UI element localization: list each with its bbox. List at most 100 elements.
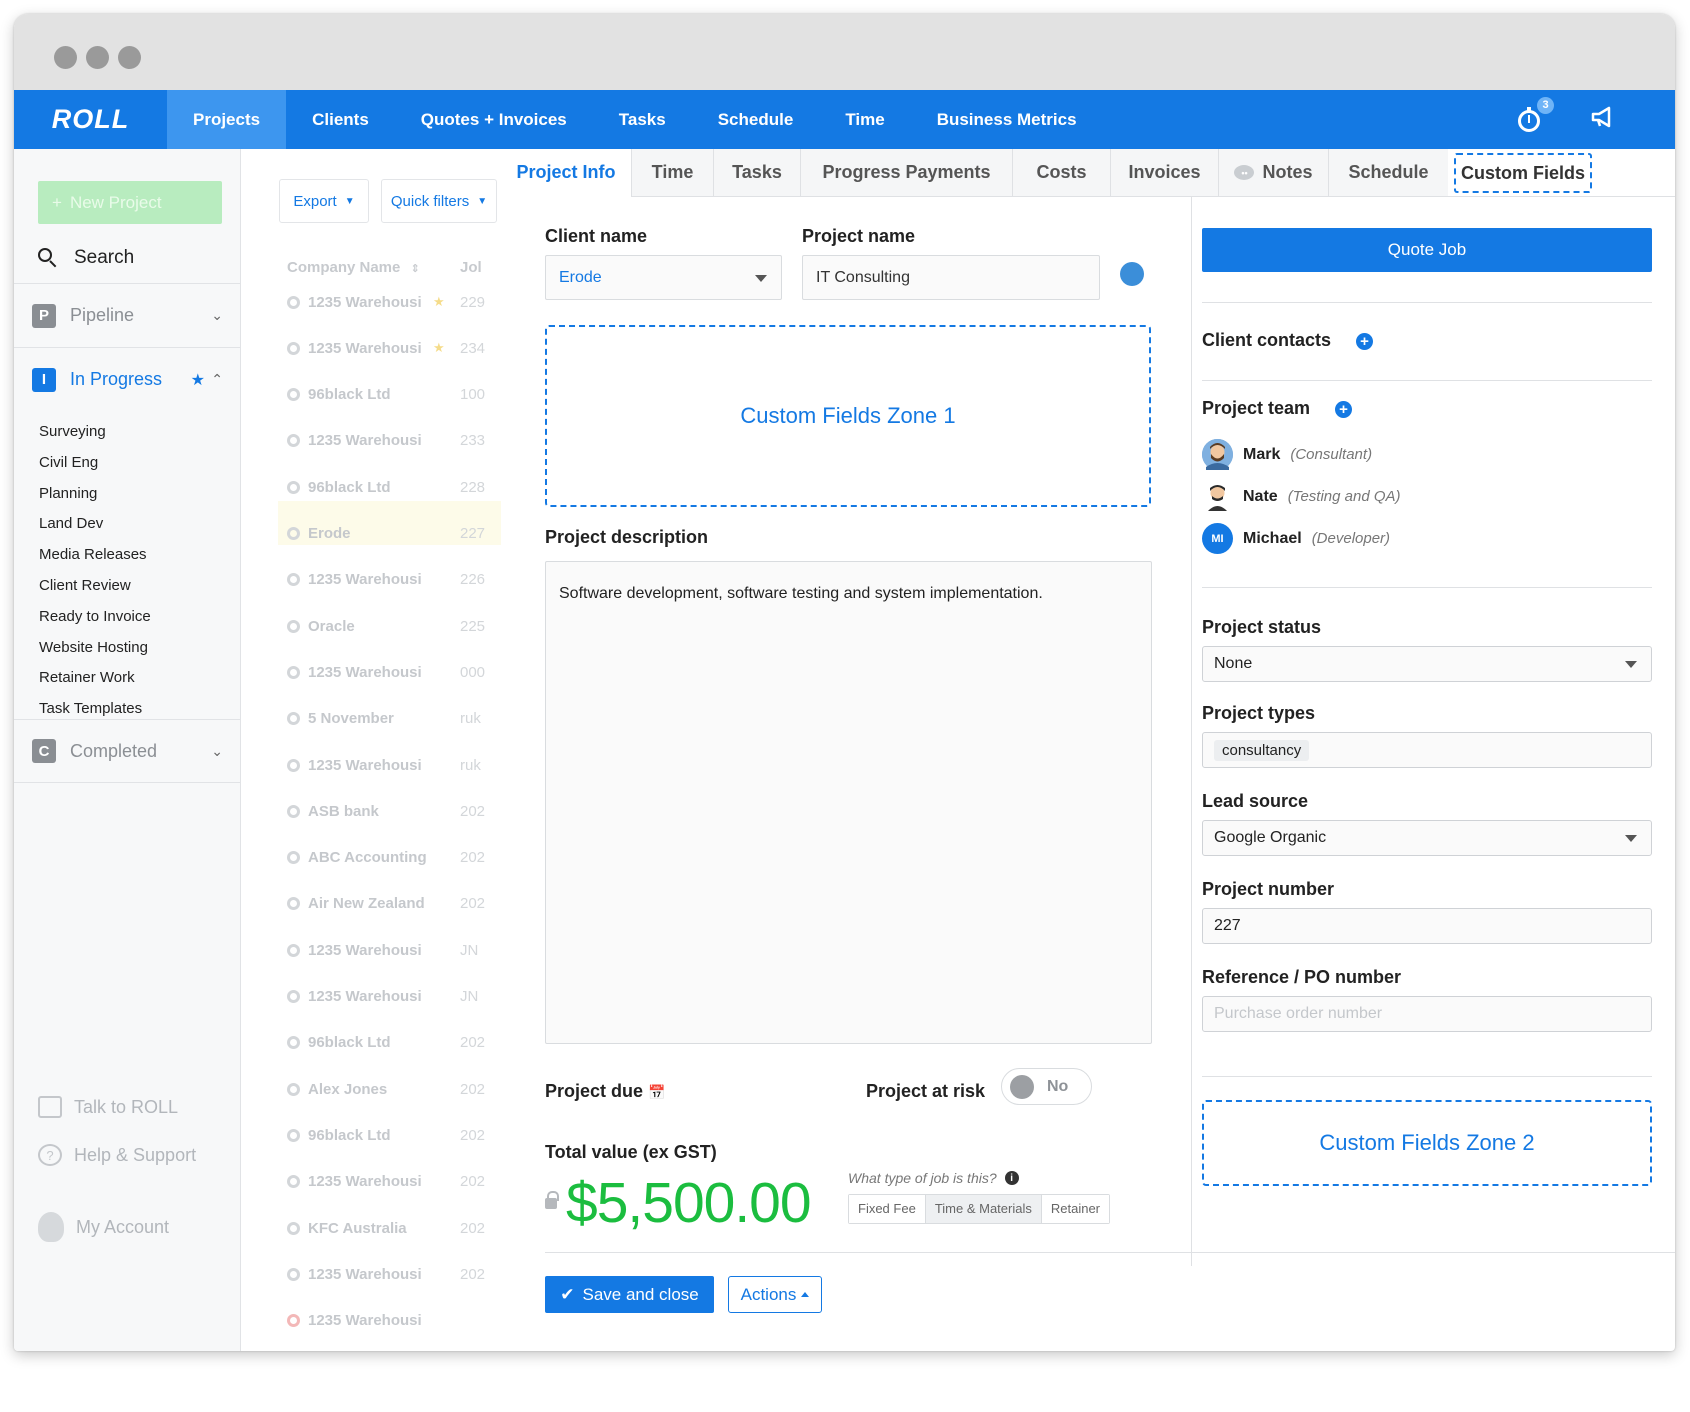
sidebar-section-in-progress[interactable]: I In Progress ★ ⌃ xyxy=(14,347,241,411)
nav-quotes-invoices[interactable]: Quotes + Invoices xyxy=(395,90,593,149)
column-company-name[interactable]: Company Name ⇕ Jol xyxy=(287,259,482,276)
sidebar-section-completed[interactable]: C Completed ⌄ xyxy=(14,719,241,783)
sidebar-item-surveying[interactable]: Surveying xyxy=(39,420,151,451)
list-item[interactable]: 96black Ltd 202 xyxy=(287,1125,501,1145)
tab-schedule[interactable]: Schedule xyxy=(1328,149,1448,197)
nav-business-metrics[interactable]: Business Metrics xyxy=(911,90,1103,149)
chevron-up-icon[interactable]: ⌃ xyxy=(211,371,223,388)
list-item[interactable]: 5 November ruk xyxy=(287,709,501,729)
list-item[interactable]: 1235 Warehousi 226 xyxy=(287,570,501,590)
quote-job-button[interactable]: Quote Job xyxy=(1202,228,1652,272)
star-icon[interactable]: ★ xyxy=(191,370,205,390)
new-project-button[interactable]: + New Project xyxy=(38,181,222,224)
my-account-link[interactable]: My Account xyxy=(38,1212,169,1242)
job-number: 202 xyxy=(460,1219,486,1237)
sidebar-item-planning[interactable]: Planning xyxy=(39,482,151,513)
window-close-dot[interactable] xyxy=(54,46,77,69)
sidebar-item-civil-eng[interactable]: Civil Eng xyxy=(39,451,151,482)
sidebar-item-website-hosting[interactable]: Website Hosting xyxy=(39,636,151,667)
reference-po-input[interactable]: Purchase order number xyxy=(1202,996,1652,1032)
list-item[interactable]: 1235 Warehousi 202 xyxy=(287,1264,501,1284)
sidebar-item-ready-to-invoice[interactable]: Ready to Invoice xyxy=(39,605,151,636)
tab-costs[interactable]: Costs xyxy=(1012,149,1110,197)
list-item[interactable]: ABC Accounting 202 xyxy=(287,848,501,868)
save-and-close-button[interactable]: ✔ Save and close xyxy=(545,1276,714,1313)
nav-projects[interactable]: Projects xyxy=(167,90,287,149)
project-name-input[interactable]: IT Consulting xyxy=(802,255,1100,300)
add-contact-icon[interactable]: + xyxy=(1356,332,1374,350)
info-icon[interactable]: i xyxy=(1004,1171,1019,1185)
project-color-picker[interactable] xyxy=(1120,262,1144,286)
michael-role: (Developer) xyxy=(1311,530,1391,547)
nav-clients[interactable]: Clients xyxy=(286,90,395,149)
tab-custom-fields[interactable]: Custom Fields xyxy=(1454,153,1592,193)
team-member-michael[interactable]: MI Michael (Developer) xyxy=(1202,523,1390,554)
project-types-input[interactable]: consultancy xyxy=(1202,732,1652,768)
help-support-link[interactable]: ? Help & Support xyxy=(38,1144,196,1166)
list-item[interactable]: Erode 227 xyxy=(287,524,501,544)
sidebar-item-client-review[interactable]: Client Review xyxy=(39,574,151,605)
list-item[interactable]: 1235 Warehousi JN xyxy=(287,987,501,1007)
nav-time[interactable]: Time xyxy=(819,90,910,149)
list-item[interactable]: ASB bank 202 xyxy=(287,801,501,821)
calendar-icon[interactable]: 📅 xyxy=(648,1084,665,1100)
actions-button[interactable]: Actions xyxy=(728,1276,822,1313)
tab-progress-payments[interactable]: Progress Payments xyxy=(800,149,1012,197)
team-member-nate[interactable]: Nate (Testing and QA) xyxy=(1202,481,1401,512)
add-team-member-icon[interactable]: + xyxy=(1335,400,1353,418)
chevron-down-icon[interactable]: ⌄ xyxy=(211,307,223,324)
star-icon[interactable]: ★ xyxy=(433,294,445,310)
project-type-chip[interactable]: consultancy xyxy=(1214,739,1310,761)
sidebar-item-land-dev[interactable]: Land Dev xyxy=(39,512,151,543)
window-minimize-dot[interactable] xyxy=(86,46,109,69)
nav-tasks[interactable]: Tasks xyxy=(593,90,692,149)
list-item[interactable]: 1235 Warehousi ★ 229 xyxy=(287,292,501,312)
team-member-mark[interactable]: Mark (Consultant) xyxy=(1202,439,1372,470)
list-item[interactable]: KFC Australia 202 xyxy=(287,1218,501,1238)
tab-invoices[interactable]: Invoices xyxy=(1110,149,1218,197)
tab-notes[interactable]: •• Notes xyxy=(1218,149,1328,197)
list-item[interactable]: 1235 Warehousi JN xyxy=(287,940,501,960)
export-button[interactable]: Export ▼ xyxy=(279,179,369,223)
sidebar-search[interactable]: Search xyxy=(38,247,134,269)
project-at-risk-toggle[interactable]: No xyxy=(1001,1068,1092,1105)
timer-icon[interactable]: 3 xyxy=(1517,96,1554,133)
talk-to-roll-link[interactable]: Talk to ROLL xyxy=(38,1096,178,1118)
project-description-textarea[interactable]: Software development, software testing a… xyxy=(545,561,1152,1044)
list-item[interactable]: 96black Ltd 202 xyxy=(287,1033,501,1053)
list-item[interactable]: Oracle 225 xyxy=(287,616,501,636)
sidebar-item-retainer-work[interactable]: Retainer Work xyxy=(39,666,151,697)
sidebar-section-pipeline[interactable]: P Pipeline ⌄ xyxy=(14,283,241,347)
tab-time[interactable]: Time xyxy=(631,149,713,197)
top-nav: ROLL Projects Clients Quotes + Invoices … xyxy=(14,90,1675,149)
nav-schedule[interactable]: Schedule xyxy=(692,90,820,149)
list-item[interactable]: 1235 Warehousi ★ 234 xyxy=(287,338,501,358)
job-type-retainer[interactable]: Retainer xyxy=(1040,1195,1109,1223)
tab-tasks[interactable]: Tasks xyxy=(713,149,800,197)
lead-source-select[interactable]: Google Organic xyxy=(1202,820,1652,856)
project-number-input[interactable]: 227 xyxy=(1202,908,1652,944)
job-type-fixed-fee[interactable]: Fixed Fee xyxy=(849,1195,925,1223)
project-due-label[interactable]: Project due 📅 xyxy=(545,1081,665,1102)
sidebar-item-media-releases[interactable]: Media Releases xyxy=(39,543,151,574)
list-item[interactable]: Alex Jones 202 xyxy=(287,1079,501,1099)
chevron-down-icon[interactable]: ⌄ xyxy=(211,743,223,760)
star-icon[interactable]: ★ xyxy=(433,340,445,356)
list-item[interactable]: 1235 Warehousi 000 xyxy=(287,662,501,682)
divider xyxy=(1202,1076,1652,1077)
list-item[interactable]: 1235 Warehousi ruk xyxy=(287,755,501,775)
job-type-time-materials[interactable]: Time & Materials xyxy=(924,1195,1041,1223)
client-name-select[interactable]: Erode xyxy=(545,255,782,300)
roll-logo[interactable]: ROLL xyxy=(14,90,167,149)
list-item[interactable]: 1235 Warehousi xyxy=(287,1311,501,1331)
project-status-select[interactable]: None xyxy=(1202,646,1652,682)
megaphone-icon[interactable] xyxy=(1591,106,1615,134)
list-item[interactable]: 1235 Warehousi 202 xyxy=(287,1172,501,1192)
window-zoom-dot[interactable] xyxy=(118,46,141,69)
list-item[interactable]: 96black Ltd 100 xyxy=(287,385,501,405)
tab-project-info[interactable]: Project Info xyxy=(501,149,631,197)
list-item[interactable]: 1235 Warehousi 233 xyxy=(287,431,501,451)
list-item[interactable]: 96black Ltd 228 xyxy=(287,477,501,497)
quick-filters-button[interactable]: Quick filters ▼ xyxy=(381,179,497,223)
list-item[interactable]: Air New Zealand 202 xyxy=(287,894,501,914)
